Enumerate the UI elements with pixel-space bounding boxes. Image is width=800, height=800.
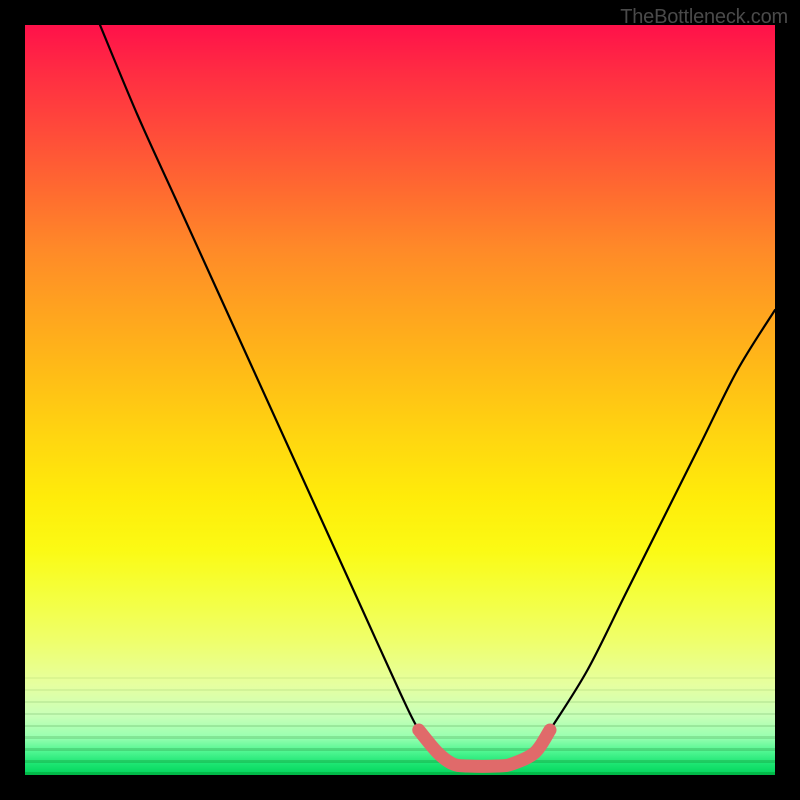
highlight-curve-line	[419, 730, 550, 766]
chart-svg	[25, 25, 775, 775]
main-curve-line	[100, 25, 775, 766]
watermark-text: TheBottleneck.com	[620, 6, 788, 29]
plot-area	[25, 25, 775, 775]
